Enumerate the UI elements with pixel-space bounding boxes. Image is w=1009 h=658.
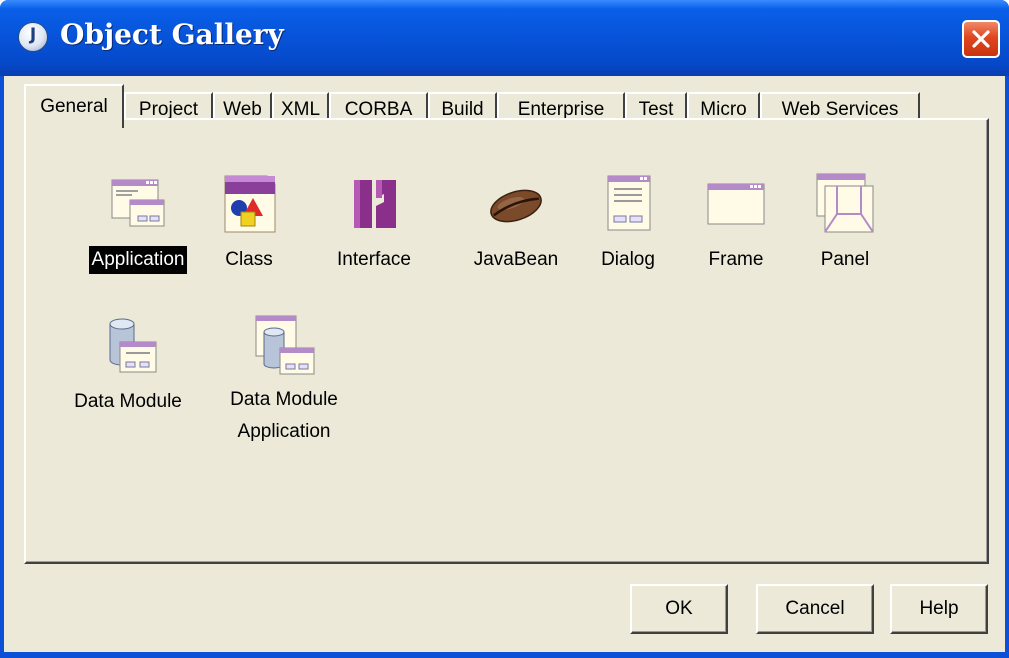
gallery-item-panel[interactable]: Panel — [775, 172, 915, 274]
dialog-body: General Project Web XML CORBA Build Ente… — [4, 76, 1005, 652]
jbuilder-app-icon — [18, 22, 48, 52]
interface-icon — [342, 172, 406, 236]
help-button[interactable]: Help — [890, 584, 988, 634]
gallery-item-data-module[interactable]: Data Module — [58, 314, 198, 416]
gallery-item-label: JavaBean — [473, 249, 559, 270]
gallery-item-label: Dialog — [601, 249, 655, 270]
data-module-icon — [96, 314, 160, 378]
cancel-button[interactable]: Cancel — [756, 584, 874, 634]
gallery-item-label: Interface — [337, 249, 411, 270]
class-icon — [217, 172, 281, 236]
dialog-icon — [596, 172, 660, 236]
gallery-item-label: Panel — [820, 249, 870, 270]
gallery-panel: Application Class Interface JavaBean Dia… — [24, 118, 989, 564]
close-icon — [972, 30, 990, 48]
title-bar[interactable]: Object Gallery — [0, 0, 1009, 76]
data-module-application-icon — [252, 314, 316, 378]
window-title: Object Gallery — [60, 18, 284, 51]
ok-button[interactable]: OK — [630, 584, 728, 634]
object-gallery-window: Object Gallery General Project Web XML C… — [0, 0, 1009, 658]
gallery-item-label: Class — [225, 249, 273, 270]
gallery-item-label-line2: Application — [237, 421, 331, 442]
gallery-item-label-line1: Data Module — [230, 389, 338, 410]
application-icon — [106, 172, 170, 236]
frame-icon — [704, 172, 768, 236]
gallery-item-interface[interactable]: Interface — [304, 172, 444, 274]
gallery-item-data-module-application[interactable]: Data Module Application — [214, 314, 354, 448]
close-button[interactable] — [962, 20, 1000, 58]
gallery-item-label: Application — [88, 246, 188, 274]
tab-general[interactable]: General — [24, 84, 124, 128]
gallery-item-label: Frame — [708, 249, 764, 270]
gallery-item-class[interactable]: Class — [179, 172, 319, 274]
javabean-icon — [484, 172, 548, 236]
gallery-item-label: Data Module — [74, 391, 182, 412]
panel-icon — [813, 172, 877, 236]
